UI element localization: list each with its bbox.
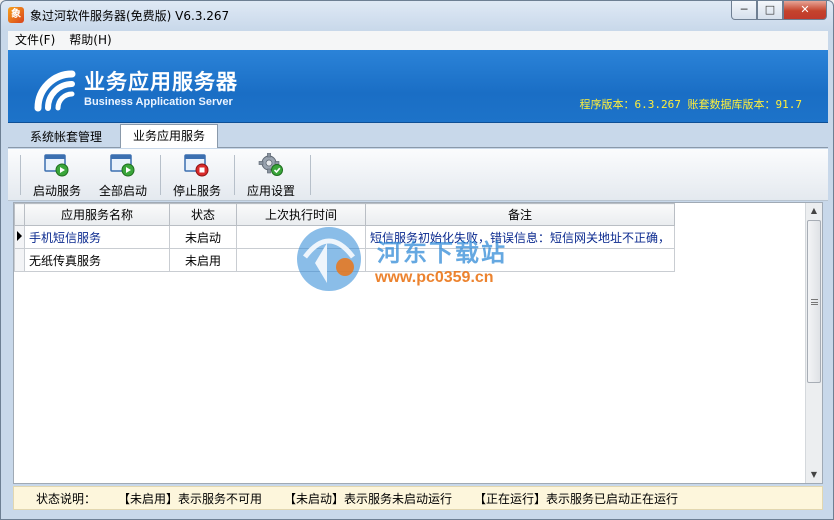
column-header-note[interactable]: 备注 (364, 203, 676, 226)
scroll-down-icon[interactable]: ▼ (806, 467, 822, 483)
toolbar-separator (160, 155, 161, 195)
banner-title: 业务应用服务器 (84, 70, 238, 94)
service-note-cell[interactable]: 短信服务初始化失败，错误信息：短信网关地址不正确， (364, 225, 676, 249)
status-legend-item: 【未启动】表示服务未启动运行 (284, 491, 453, 506)
app-window: 象 象过河软件服务器(免费版) V6.3.267 ─ □ ✕ 文件(F) 帮助(… (0, 0, 834, 520)
stop-service-label: 停止服务 (172, 184, 221, 198)
menu-file[interactable]: 文件(F) (8, 31, 62, 50)
toolbar-separator (310, 155, 311, 195)
close-button[interactable]: ✕ (783, 1, 827, 20)
service-grid[interactable]: 应用服务名称 状态 上次执行时间 备注 手机短信服务 未启动 短信服务初始化失败… (13, 202, 823, 484)
service-last-run-cell[interactable] (236, 225, 366, 249)
service-note-cell[interactable] (364, 248, 676, 272)
tab-business-services[interactable]: 业务应用服务 (120, 124, 219, 148)
window-controls: ─ □ ✕ (731, 1, 827, 20)
menu-bar: 文件(F) 帮助(H) (8, 31, 828, 50)
current-row-arrow-icon (17, 231, 22, 241)
start-all-button[interactable]: 全部启动 (96, 153, 150, 198)
scroll-grip-icon (811, 299, 818, 305)
toolbar-separator (234, 155, 235, 195)
scroll-thumb[interactable] (807, 220, 821, 383)
toolbar: 启动服务 全部启动 停止服务 应用设置 (8, 149, 828, 201)
status-legend-item: 【正在运行】表示服务已启动正在运行 (474, 491, 679, 506)
service-name-cell[interactable]: 手机短信服务 (24, 225, 170, 249)
vertical-scrollbar[interactable]: ▲ ▼ (805, 203, 822, 483)
table-row[interactable]: 手机短信服务 未启动 短信服务初始化失败，错误信息：短信网关地址不正确， (14, 225, 676, 249)
stop-service-button[interactable]: 停止服务 (170, 153, 224, 198)
start-service-icon (44, 154, 69, 177)
status-legend-label: 状态说明： (36, 491, 97, 506)
banner-subtitle: Business Application Server (84, 96, 233, 108)
service-status-cell[interactable]: 未启用 (169, 248, 237, 272)
tab-strip: 系统帐套管理 业务应用服务 (8, 124, 828, 148)
settings-gear-icon (258, 153, 283, 176)
status-legend: 状态说明： 【未启用】表示服务不可用 【未启动】表示服务未启动运行 【正在运行】… (13, 486, 823, 510)
app-settings-button[interactable]: 应用设置 (244, 153, 298, 198)
scroll-up-icon[interactable]: ▲ (806, 203, 822, 219)
tab-account-management[interactable]: 系统帐套管理 (18, 127, 114, 148)
wifi-logo-icon (34, 70, 76, 112)
app-icon: 象 (8, 7, 24, 23)
service-table: 应用服务名称 状态 上次执行时间 备注 手机短信服务 未启动 短信服务初始化失败… (14, 203, 676, 272)
title-bar[interactable]: 象 象过河软件服务器(免费版) V6.3.267 ─ □ ✕ (1, 1, 833, 29)
menu-help[interactable]: 帮助(H) (62, 31, 118, 50)
row-indicator (14, 225, 25, 249)
start-service-button[interactable]: 启动服务 (30, 153, 84, 198)
table-row[interactable]: 无纸传真服务 未启用 (14, 248, 676, 272)
service-last-run-cell[interactable] (236, 248, 366, 272)
version-info: 程序版本：6.3.267 账套数据库版本：91.7 (579, 98, 802, 111)
start-all-icon (110, 154, 135, 177)
service-status-cell[interactable]: 未启动 (169, 225, 237, 249)
minimize-button[interactable]: ─ (731, 1, 757, 20)
column-header-last-run[interactable]: 上次执行时间 (236, 203, 366, 226)
column-header-name[interactable]: 应用服务名称 (24, 203, 170, 226)
row-indicator (14, 248, 25, 272)
column-header-status[interactable]: 状态 (169, 203, 237, 226)
start-all-label: 全部启动 (98, 184, 147, 198)
table-header-row: 应用服务名称 状态 上次执行时间 备注 (14, 203, 676, 226)
status-legend-item: 【未启用】表示服务不可用 (118, 491, 263, 506)
stop-service-icon (184, 154, 209, 177)
app-settings-label: 应用设置 (246, 184, 295, 198)
toolbar-separator (20, 155, 21, 195)
service-name-cell[interactable]: 无纸传真服务 (24, 248, 170, 272)
banner: 业务应用服务器 Business Application Server 程序版本… (8, 50, 828, 123)
window-title: 象过河软件服务器(免费版) V6.3.267 (30, 9, 230, 23)
start-service-label: 启动服务 (32, 184, 81, 198)
maximize-button[interactable]: □ (757, 1, 783, 20)
row-indicator-header (14, 203, 25, 226)
